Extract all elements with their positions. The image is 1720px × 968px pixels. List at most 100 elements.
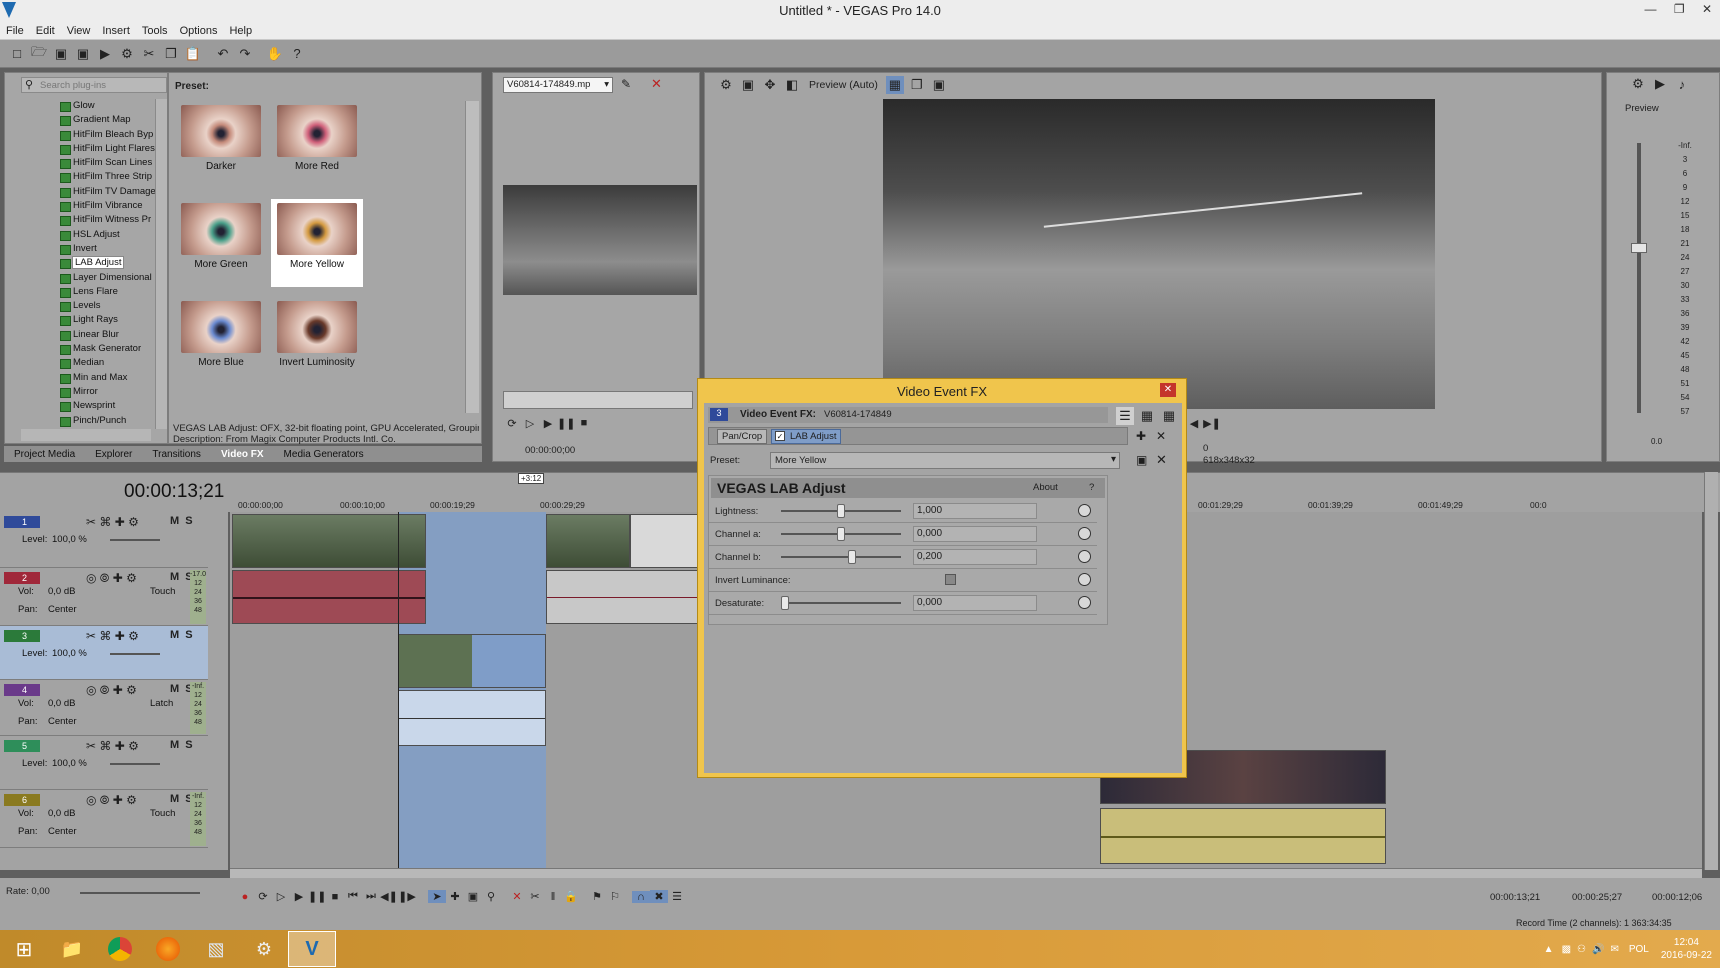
prev-frame-icon[interactable]: ◀❚	[380, 890, 398, 903]
level-slider[interactable]	[110, 763, 160, 765]
param-slider-knob[interactable]	[837, 504, 845, 518]
play-from-start-icon[interactable]: ▷	[272, 890, 290, 903]
plugin-tree-item[interactable]: Gradient Map	[55, 113, 155, 127]
preset-thumbnail[interactable]: Darker	[175, 101, 267, 189]
render-icon[interactable]: ▶	[96, 45, 114, 63]
delete-preset-icon[interactable]: ✕	[1156, 452, 1167, 468]
plugin-tree-item[interactable]: HitFilm Three Strip	[55, 170, 155, 184]
preview-overlays-icon[interactable]: ◧	[783, 76, 801, 94]
plugin-tree-item[interactable]: Newsprint	[55, 399, 155, 413]
track-header[interactable]: 3 M S ✂ ⌘ ✚ ⚙ Level: 100,0 %	[0, 626, 208, 680]
save-preset-icon[interactable]: ▣	[1136, 453, 1147, 467]
play-icon[interactable]: ▶	[290, 890, 308, 903]
track-fx-icon[interactable]: ✂ ⌘ ✚ ⚙	[86, 629, 139, 643]
tray-message-icon[interactable]: ✉	[1610, 944, 1618, 955]
preview-grid-icon[interactable]: ▦	[885, 76, 904, 94]
plugin-tree-item[interactable]: Median	[55, 356, 155, 370]
video-clip[interactable]	[546, 514, 630, 568]
close-window-button[interactable]: ✕	[1702, 2, 1712, 16]
go-to-start-icon[interactable]: ⏮	[344, 890, 362, 903]
preview-settings-gear-icon[interactable]: ⚙	[717, 76, 735, 94]
param-value-field[interactable]: 0,200	[913, 549, 1037, 565]
ripple-edit-icon[interactable]: ☰	[668, 890, 686, 903]
menu-options[interactable]: Options	[174, 22, 224, 40]
stop-icon[interactable]: ■	[326, 891, 344, 903]
mute-button[interactable]: M	[170, 629, 179, 641]
fx-remove-icon[interactable]: ✕	[1156, 429, 1166, 443]
level-slider[interactable]	[110, 653, 160, 655]
param-slider-knob[interactable]	[837, 527, 845, 541]
preset-scrollbar[interactable]	[465, 101, 479, 413]
param-value-field[interactable]: 0,000	[913, 526, 1037, 542]
save-snapshot-icon[interactable]: ▣	[930, 76, 948, 94]
animate-clock-icon[interactable]	[1078, 550, 1091, 563]
checkbox-checked-icon[interactable]: ✓	[775, 431, 785, 441]
master-fader-knob[interactable]	[1631, 243, 1647, 253]
tab-media-generators[interactable]: Media Generators	[274, 449, 374, 460]
plugin-tree-item[interactable]: HitFilm Light Flares	[55, 142, 155, 156]
track-header[interactable]: 2M S ◎ ⦾ ✚ ⚙ Vol: 0,0 dB Pan: Center Touch -17.…	[0, 568, 208, 626]
go-to-end-icon[interactable]: ⏭	[362, 890, 380, 903]
track-header[interactable]: 6M S ◎ ⦾ ✚ ⚙ Vol: 0,0 dB Pan: Center Touch -Inf…	[0, 790, 208, 848]
zoom-tool-icon[interactable]: ⚲	[482, 890, 500, 903]
edit-tool-icon[interactable]: ➤	[428, 890, 446, 903]
master-gear-icon[interactable]: ⚙	[1629, 75, 1647, 93]
menu-help[interactable]: Help	[223, 22, 258, 40]
tree-scrollbar[interactable]	[155, 99, 167, 429]
rate-slider[interactable]	[80, 892, 200, 894]
level-slider[interactable]	[110, 539, 160, 541]
restore-button[interactable]: ❐	[1674, 2, 1685, 16]
loop-playback-icon[interactable]: ⟳	[254, 890, 272, 903]
invert-luminance-checkbox[interactable]	[945, 574, 956, 585]
animate-clock-icon[interactable]	[1078, 504, 1091, 517]
minimize-button[interactable]: —	[1644, 2, 1656, 16]
plugin-tree-item[interactable]: HSL Adjust	[55, 228, 155, 242]
selection-tool-icon[interactable]: ▣	[464, 890, 482, 903]
plugin-tree-item[interactable]: Levels	[55, 299, 155, 313]
playhead[interactable]	[398, 512, 399, 870]
master-fader[interactable]	[1631, 143, 1647, 413]
preview-quality-dropdown[interactable]: Preview (Auto)	[809, 79, 878, 91]
help-icon[interactable]: ?	[288, 45, 306, 63]
pause-icon[interactable]: ❚❚	[308, 890, 326, 903]
clock[interactable]: 12:04 2016-09-22	[1661, 936, 1712, 962]
timeline-hscrollbar[interactable]	[230, 868, 1702, 878]
plugin-tree-item[interactable]: HitFilm Bleach Byp	[55, 128, 155, 142]
plugin-tree-item[interactable]: Linear Blur	[55, 328, 155, 342]
properties-gear-icon[interactable]: ⚙	[118, 45, 136, 63]
marker-icon[interactable]: ⚑	[588, 890, 606, 903]
param-slider[interactable]	[781, 602, 901, 604]
mute-button[interactable]: M	[170, 739, 179, 751]
track-header[interactable]: 1 M S ✂ ⌘ ✚ ⚙ Level: 100,0 %	[0, 512, 208, 568]
audio-clip[interactable]	[232, 570, 426, 624]
menu-view[interactable]: View	[61, 22, 97, 40]
chain-pan-crop[interactable]: Pan/Crop	[717, 429, 768, 444]
param-slider-knob[interactable]	[848, 550, 857, 564]
plugin-tree-item[interactable]: HitFilm TV Damage	[55, 185, 155, 199]
firefox-icon[interactable]	[144, 931, 192, 967]
plugin-tree-item[interactable]: Min and Max	[55, 371, 155, 385]
preview-split-icon[interactable]: ✥	[761, 76, 779, 94]
plugin-tree-item[interactable]: LAB Adjust	[55, 256, 155, 270]
param-value-field[interactable]: 0,000	[913, 595, 1037, 611]
menu-insert[interactable]: Insert	[96, 22, 136, 40]
tab-explorer[interactable]: Explorer	[85, 449, 142, 460]
chrome-icon[interactable]	[96, 931, 144, 967]
cut-icon[interactable]: ✂	[140, 45, 158, 63]
track-arm-record-icon[interactable]: ◎ ⦾ ✚ ⚙	[86, 683, 137, 698]
next-frame-icon[interactable]: ▶❚	[1203, 417, 1221, 430]
plugin-tree-item[interactable]: Mirror	[55, 385, 155, 399]
mute-button[interactable]: M	[170, 683, 179, 695]
copy-snapshot-icon[interactable]: ❐	[908, 76, 926, 94]
redo-icon[interactable]: ↷	[236, 45, 254, 63]
envelope-tool-icon[interactable]: ✚	[446, 890, 464, 903]
plugin-tree-item[interactable]: HitFilm Witness Pr	[55, 213, 155, 227]
plugin-tree-item[interactable]: HitFilm Scan Lines	[55, 156, 155, 170]
layout-tiles-icon[interactable]: ▦	[1160, 407, 1178, 425]
track-fx-icon[interactable]: ✂ ⌘ ✚ ⚙	[86, 515, 139, 529]
preset-thumbnail[interactable]: More Blue	[175, 297, 267, 385]
trimmer-delete-icon[interactable]: ✕	[651, 76, 662, 92]
input-language[interactable]: POL	[1629, 944, 1649, 955]
plugin-tree-item[interactable]: Light Rays	[55, 313, 155, 327]
preview-monitor-icon[interactable]: ▣	[739, 76, 757, 94]
